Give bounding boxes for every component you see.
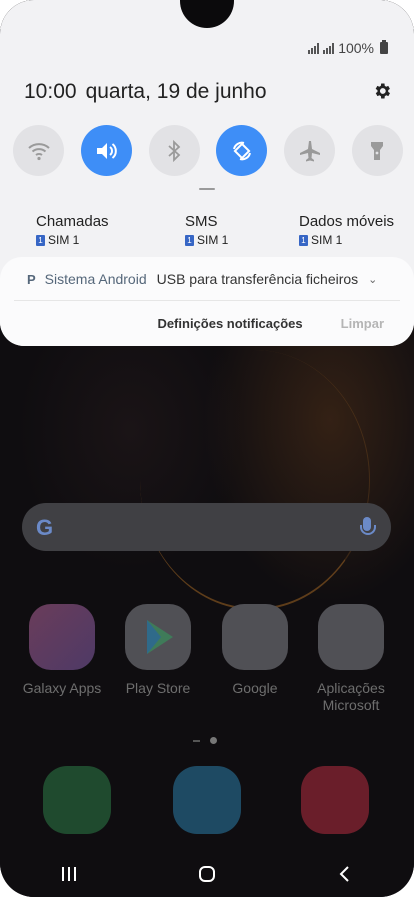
bluetooth-icon <box>168 139 181 162</box>
sim-label: SIM 1 <box>197 233 229 247</box>
airplane-icon <box>299 140 320 161</box>
wifi-icon <box>27 142 50 160</box>
navigation-bar <box>0 850 414 897</box>
wifi-toggle[interactable] <box>13 125 64 176</box>
date-time: 10:00 quarta, 19 de junho <box>24 80 267 104</box>
app-label: Galaxy Apps <box>22 680 102 696</box>
google-folder-icon <box>222 604 288 670</box>
signal-icon <box>308 42 320 54</box>
app-galaxy-apps[interactable]: Galaxy Apps <box>14 604 110 697</box>
auto-rotate-toggle[interactable] <box>216 125 268 176</box>
clock: 10:00 <box>24 80 77 103</box>
bluetooth-toggle[interactable] <box>148 125 200 176</box>
sound-toggle[interactable] <box>80 125 132 176</box>
sim-title: SMS <box>185 213 218 230</box>
signal-icon <box>323 42 335 54</box>
sound-icon <box>97 142 118 159</box>
play-store-icon <box>125 604 191 670</box>
microsoft-folder-icon <box>318 604 384 670</box>
status-bar: 100% <box>308 40 388 56</box>
notification-settings-button[interactable]: Definições notificações <box>157 316 302 331</box>
app-microsoft-folder[interactable]: Aplicações Microsoft <box>303 604 399 714</box>
app-play-store[interactable]: Play Store <box>110 604 206 697</box>
app-google-folder[interactable]: Google <box>207 604 303 697</box>
messages-app-icon[interactable] <box>173 766 241 834</box>
chevron-down-icon[interactable]: ⌄ <box>368 273 377 286</box>
divider <box>14 300 400 301</box>
recent-apps-button[interactable] <box>0 850 138 897</box>
notification-message: USB para transferência ficheiros <box>156 271 359 287</box>
sim-label: SIM 1 <box>48 233 80 247</box>
home-button[interactable] <box>138 850 276 897</box>
app-label: Play Store <box>125 680 191 696</box>
microphone-icon[interactable] <box>360 517 376 535</box>
date: quarta, 19 de junho <box>85 80 267 103</box>
phone-screen: G Galaxy Apps Play Store Google Aplicaçõ… <box>0 0 414 897</box>
sim-calls[interactable]: Chamadas 1 SIM 1 <box>36 213 109 247</box>
auto-rotate-icon <box>232 141 251 160</box>
page-indicator <box>193 737 217 744</box>
google-search-bar[interactable]: G <box>22 503 391 551</box>
airplane-toggle[interactable] <box>284 125 336 176</box>
sim-badge: 1 <box>299 234 308 246</box>
back-button[interactable] <box>276 850 414 897</box>
google-g-icon: G <box>36 515 54 540</box>
quick-toggles <box>13 125 403 176</box>
phone-app-icon[interactable] <box>43 766 111 834</box>
notification-shade: 100% 10:00 quarta, 19 de junho Chamadas … <box>0 0 414 346</box>
sim-mobile-data[interactable]: Dados móveis 1 SIM 1 <box>299 213 394 247</box>
sim-sms[interactable]: SMS 1 SIM 1 <box>185 213 228 247</box>
notification-card[interactable]: P Sistema Android USB para transferência… <box>0 257 414 346</box>
camera-app-icon[interactable] <box>301 766 369 834</box>
app-label: Google <box>232 680 278 696</box>
battery-icon <box>380 40 388 54</box>
sim-label: SIM 1 <box>311 233 343 247</box>
sim-badge: 1 <box>185 234 194 246</box>
sim-badge: 1 <box>36 234 45 246</box>
app-label: Aplicações Microsoft <box>317 680 385 713</box>
battery-percent: 100% <box>338 40 374 56</box>
galaxy-apps-icon <box>29 604 95 670</box>
shade-drag-handle[interactable] <box>199 188 215 190</box>
flashlight-toggle[interactable] <box>351 125 403 176</box>
notification-app-name: Sistema Android <box>44 271 147 287</box>
sim-title: Chamadas <box>36 213 109 230</box>
android-system-icon: P <box>27 271 36 287</box>
sim-title: Dados móveis <box>299 213 395 230</box>
settings-gear-icon[interactable] <box>372 81 392 101</box>
clear-button[interactable]: Limpar <box>341 316 384 331</box>
flashlight-icon <box>371 141 384 160</box>
